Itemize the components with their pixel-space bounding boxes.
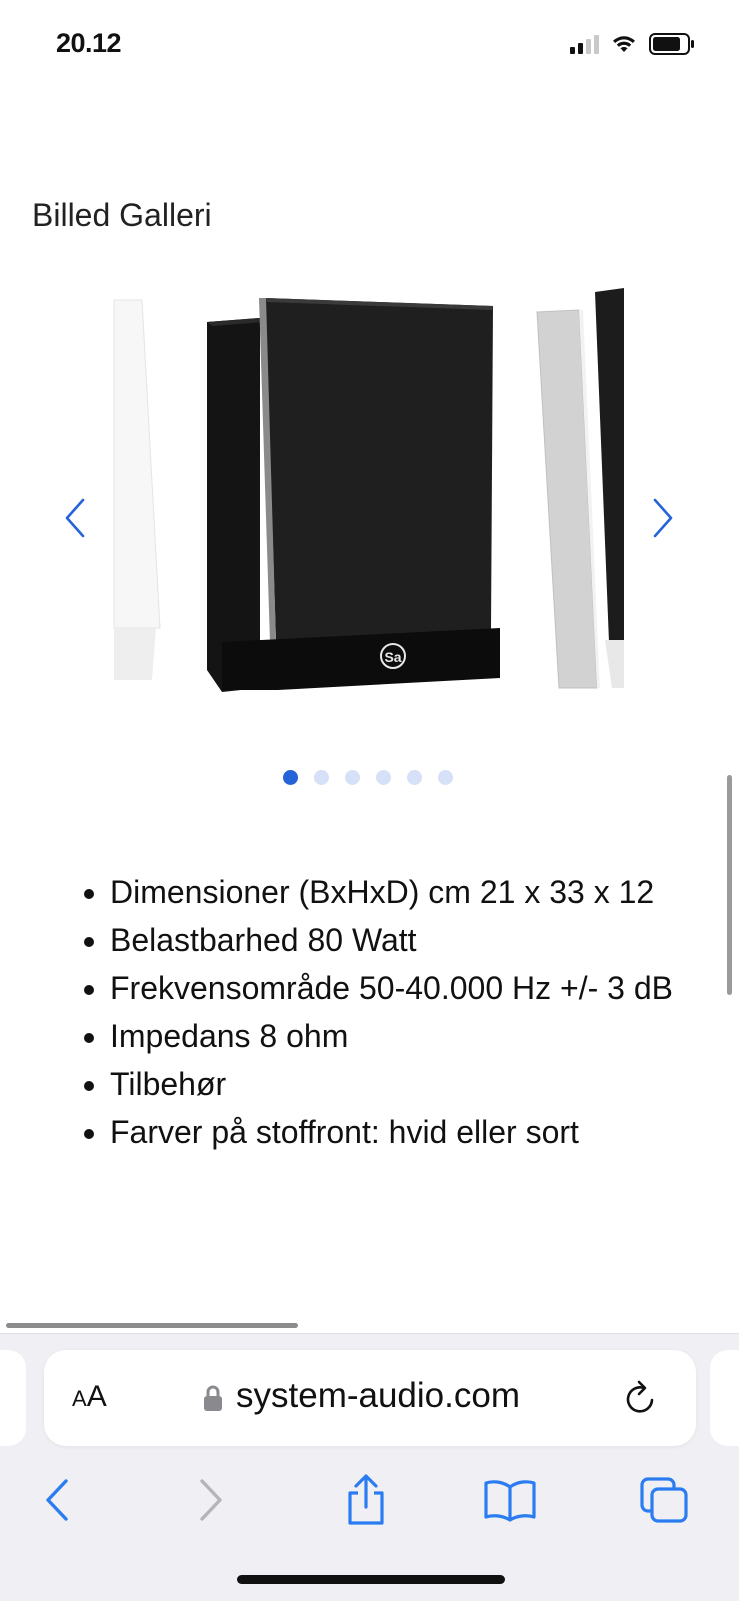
- wifi-icon: [613, 36, 635, 52]
- carousel-dot[interactable]: [345, 770, 360, 785]
- spec-item: Tilbehør: [110, 1060, 739, 1108]
- carousel-dot[interactable]: [376, 770, 391, 785]
- horizontal-scrollbar[interactable]: [6, 1323, 298, 1328]
- image-carousel[interactable]: Sa: [0, 270, 739, 730]
- carousel-dot[interactable]: [314, 770, 329, 785]
- carousel-dot[interactable]: [283, 770, 298, 785]
- speaker-logo: Sa: [384, 649, 401, 665]
- carousel-prev-button[interactable]: [55, 488, 95, 548]
- address-bar[interactable]: AA system-audio.com: [44, 1350, 696, 1446]
- browser-toolbar: [0, 1466, 739, 1536]
- share-button[interactable]: [338, 1472, 394, 1528]
- book-icon: [484, 1480, 536, 1522]
- vertical-scrollbar[interactable]: [727, 775, 732, 995]
- speaker-image-prev: [113, 299, 161, 680]
- back-button[interactable]: [28, 1472, 84, 1528]
- chevron-left-icon: [46, 1479, 68, 1521]
- chevron-right-icon: [200, 1479, 222, 1521]
- tab-peek-left[interactable]: [0, 1350, 26, 1446]
- spec-item: Frekvensområde 50-40.000 Hz +/- 3 dB: [110, 964, 739, 1012]
- status-icons: [570, 32, 695, 56]
- carousel-dot[interactable]: [407, 770, 422, 785]
- product-images: Sa: [113, 288, 624, 692]
- carousel-dot[interactable]: [438, 770, 453, 785]
- spec-item: Dimensioner (BxHxD) cm 21 x 33 x 12: [110, 868, 739, 916]
- reload-icon[interactable]: [622, 1378, 660, 1418]
- tabs-icon: [640, 1477, 688, 1523]
- spec-item: Belastbarhed 80 Watt: [110, 916, 739, 964]
- spec-item: Farver på stoffront: hvid eller sort: [110, 1108, 739, 1156]
- status-bar: 20.12: [0, 0, 739, 90]
- chevron-right-icon: [653, 498, 673, 538]
- url-text[interactable]: system-audio.com: [236, 1376, 520, 1416]
- browser-chrome: AA system-audio.com: [0, 1333, 739, 1601]
- lock-icon: [204, 1385, 222, 1411]
- speaker-image-next: [536, 288, 624, 689]
- speaker-image-main: Sa: [207, 298, 500, 692]
- battery-icon: [649, 33, 694, 55]
- status-time: 20.12: [56, 28, 122, 58]
- tab-peek-right[interactable]: [710, 1350, 739, 1446]
- chevron-left-icon: [65, 498, 85, 538]
- home-indicator: [237, 1575, 505, 1584]
- carousel-next-button[interactable]: [643, 488, 683, 548]
- gallery-title: Billed Galleri: [32, 197, 212, 233]
- carousel-pagination: [283, 770, 453, 785]
- spec-item: Impedans 8 ohm: [110, 1012, 739, 1060]
- tabs-button[interactable]: [636, 1472, 692, 1528]
- forward-button[interactable]: [184, 1472, 240, 1528]
- share-icon: [348, 1474, 384, 1525]
- text-size-button[interactable]: AA: [72, 1380, 107, 1414]
- bookmarks-button[interactable]: [482, 1472, 538, 1528]
- spec-list: Dimensioner (BxHxD) cm 21 x 33 x 12 Bela…: [70, 868, 739, 1156]
- cellular-signal-icon: [570, 34, 599, 54]
